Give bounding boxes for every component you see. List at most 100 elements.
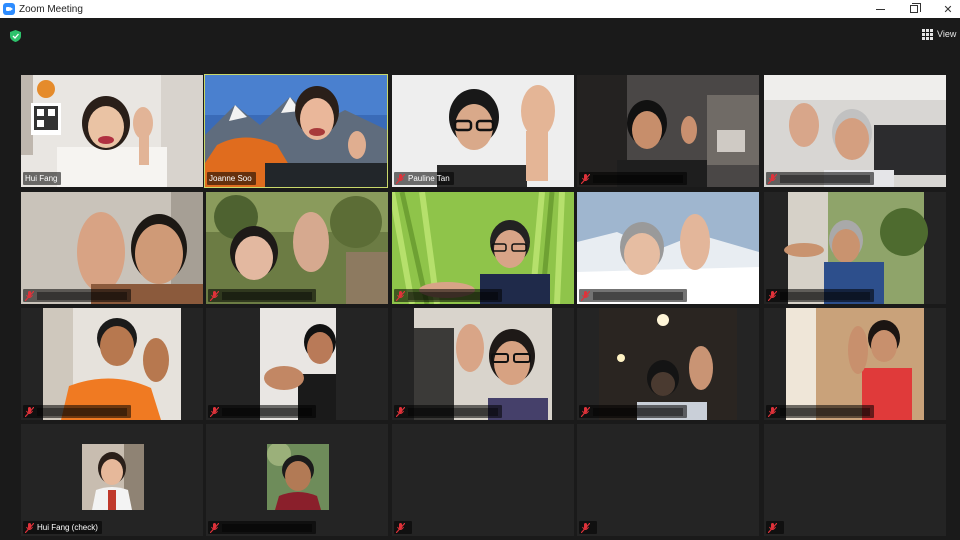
participant-video [392, 192, 574, 304]
window-titlebar: Zoom Meeting ✕ [0, 0, 960, 18]
name-tag [766, 521, 784, 534]
close-button[interactable]: ✕ [930, 0, 960, 18]
participant-video [764, 308, 946, 420]
video-tile-p15[interactable] [764, 308, 946, 420]
participant-name [222, 523, 312, 532]
zoom-app-icon [3, 3, 15, 15]
name-tag [23, 405, 131, 418]
name-tag [394, 521, 412, 534]
view-label: View [937, 29, 957, 39]
participant-video [577, 75, 759, 187]
minimize-button[interactable] [862, 0, 898, 18]
participant-name [593, 407, 683, 416]
video-tile-p14[interactable] [577, 308, 759, 420]
participant-name [780, 291, 870, 300]
name-tag [579, 172, 687, 185]
participant-video [21, 308, 203, 420]
participant-name [780, 407, 870, 416]
mic-muted-icon [210, 406, 219, 417]
video-tile-p1[interactable]: Hui Fang [21, 75, 203, 187]
participant-name [222, 291, 312, 300]
mic-muted-icon [768, 406, 777, 417]
name-tag: Hui Fang (check) [23, 521, 102, 534]
shield-check-icon[interactable] [10, 30, 21, 42]
mic-muted-icon [210, 522, 219, 533]
mic-muted-icon [581, 522, 590, 533]
participant-name [593, 291, 683, 300]
participant-video [392, 308, 574, 420]
video-tile-p7[interactable] [206, 192, 388, 304]
maximize-button[interactable] [896, 0, 932, 18]
name-tag [766, 289, 874, 302]
video-tile-p2[interactable]: Joanne Soo [204, 74, 388, 188]
participant-video [577, 308, 759, 420]
restore-icon [910, 3, 921, 13]
video-tile-p18[interactable] [392, 424, 574, 536]
mic-muted-icon [581, 173, 590, 184]
name-tag [579, 405, 687, 418]
participant-name [408, 291, 498, 300]
participant-video [764, 75, 946, 187]
meeting-stage: View Hui Fang Joanne Soo Pauline Tan Hui… [0, 18, 960, 540]
video-tile-p6[interactable] [21, 192, 203, 304]
participant-video [21, 192, 203, 304]
video-tile-p10[interactable] [764, 192, 946, 304]
participant-name [593, 174, 683, 183]
participant-video [205, 75, 387, 187]
mic-muted-icon [210, 290, 219, 301]
video-tile-p8[interactable] [392, 192, 574, 304]
participant-video [21, 75, 203, 187]
video-tile-p16[interactable]: Hui Fang (check) [21, 424, 203, 536]
video-tile-p9[interactable] [577, 192, 759, 304]
mic-muted-icon [581, 290, 590, 301]
participant-name: Hui Fang [25, 174, 58, 183]
participant-name [37, 291, 127, 300]
participant-video [392, 75, 574, 187]
video-tile-p12[interactable] [206, 308, 388, 420]
participant-video [206, 192, 388, 304]
participant-name: Pauline Tan [408, 174, 450, 183]
mic-muted-icon [25, 522, 34, 533]
video-tile-p4[interactable] [577, 75, 759, 187]
name-tag: Hui Fang [23, 172, 62, 185]
participant-name [408, 407, 498, 416]
participant-video [206, 308, 388, 420]
video-tile-p3[interactable]: Pauline Tan [392, 75, 574, 187]
mic-muted-icon [396, 173, 405, 184]
participant-name [37, 407, 127, 416]
minimize-icon [875, 8, 885, 10]
name-tag [208, 521, 316, 534]
name-tag [579, 289, 687, 302]
name-tag: Joanne Soo [207, 172, 256, 185]
video-tile-p13[interactable] [392, 308, 574, 420]
name-tag [394, 289, 502, 302]
mic-muted-icon [396, 406, 405, 417]
video-tile-p20[interactable] [764, 424, 946, 536]
name-tag: Pauline Tan [394, 172, 454, 185]
name-tag [579, 521, 597, 534]
video-tile-p19[interactable] [577, 424, 759, 536]
video-tile-p17[interactable] [206, 424, 388, 536]
participant-video [577, 192, 759, 304]
name-tag [208, 405, 316, 418]
video-tile-p11[interactable] [21, 308, 203, 420]
participant-name [780, 174, 870, 183]
mic-muted-icon [396, 290, 405, 301]
profile-picture [267, 444, 329, 510]
name-tag [766, 172, 874, 185]
close-icon: ✕ [943, 3, 953, 16]
mic-muted-icon [581, 406, 590, 417]
participant-video [764, 192, 946, 304]
participant-name [222, 407, 312, 416]
name-tag [23, 289, 131, 302]
mic-muted-icon [25, 406, 34, 417]
grid-icon [922, 28, 933, 40]
mic-muted-icon [768, 522, 777, 533]
name-tag [394, 405, 502, 418]
view-button[interactable]: View [922, 26, 956, 42]
video-tile-p5[interactable] [764, 75, 946, 187]
mic-muted-icon [396, 522, 405, 533]
name-tag [766, 405, 874, 418]
mic-muted-icon [768, 173, 777, 184]
name-tag [208, 289, 316, 302]
